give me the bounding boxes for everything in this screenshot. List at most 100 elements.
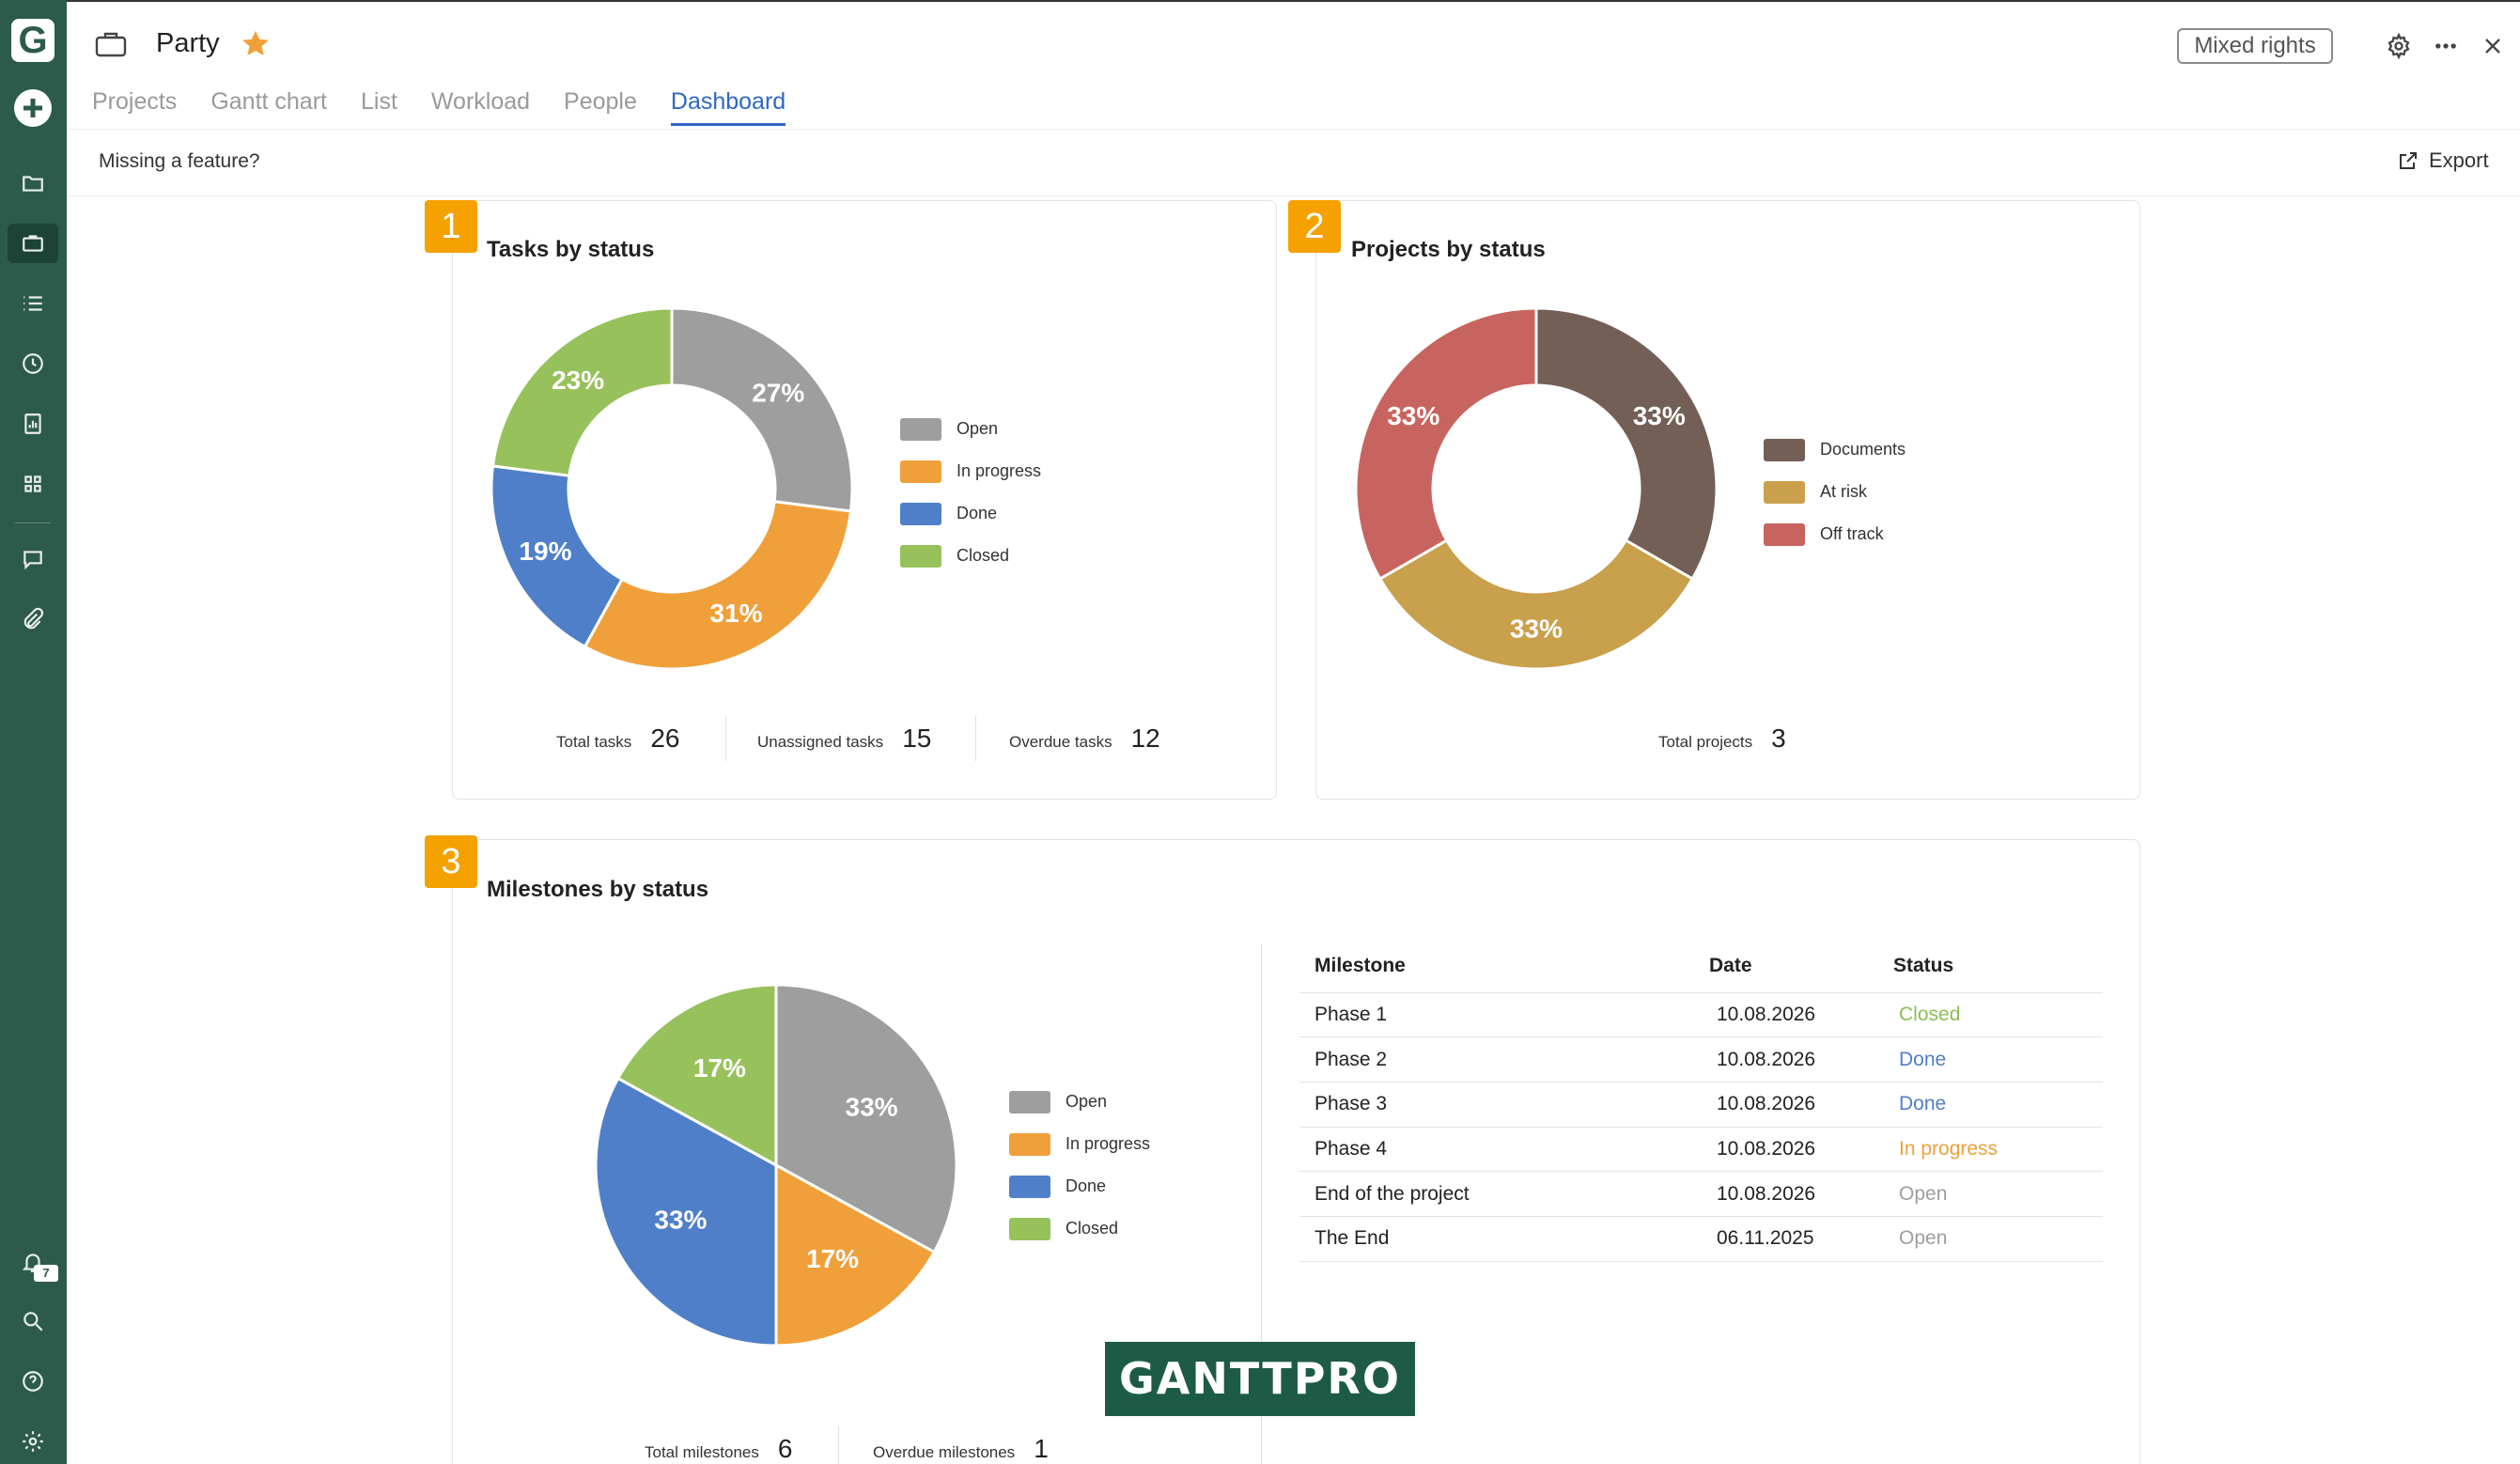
column-header-milestone[interactable]: Milestone — [1299, 940, 1694, 993]
tab-workload[interactable]: Workload — [431, 88, 530, 126]
table-header-row: Milestone Date Status — [1299, 940, 2103, 993]
tab-dashboard[interactable]: Dashboard — [670, 88, 786, 126]
left-sidebar: G 7 — [0, 0, 67, 1464]
app-logo[interactable]: G — [11, 19, 54, 62]
milestone-name: The End — [1299, 1216, 1694, 1262]
notification-badge: 7 — [34, 1265, 58, 1282]
milestones-pie-chart: 33% 17% 33% 17% — [594, 983, 958, 1347]
legend-label: Open — [1066, 1092, 1108, 1111]
folder-icon[interactable] — [13, 164, 53, 203]
legend-label: Documents — [1820, 440, 1906, 459]
table-row[interactable]: Phase 2 10.08.2026 Done — [1299, 1036, 2103, 1082]
legend-item: At risk — [1764, 471, 1906, 513]
milestone-status: Done — [1878, 1036, 2103, 1082]
stat-divider — [975, 716, 976, 761]
list-icon[interactable] — [13, 284, 53, 323]
legend-swatch — [900, 544, 941, 568]
tab-people[interactable]: People — [564, 88, 637, 126]
legend-item: Done — [1009, 1165, 1150, 1207]
tasks-legend: Open In progress Done Closed — [900, 408, 1041, 577]
legend-swatch — [1009, 1217, 1050, 1240]
star-icon[interactable] — [240, 28, 272, 60]
stat-label: Overdue milestones — [873, 1443, 1016, 1461]
tab-gantt-chart[interactable]: Gantt chart — [210, 88, 327, 126]
card-title: Projects by status — [1351, 237, 1546, 262]
slice-value-label: 33% — [846, 1092, 898, 1121]
table-row[interactable]: The End 06.11.2025 Open — [1299, 1216, 2103, 1262]
legend-item: Closed — [1009, 1207, 1150, 1250]
settings-icon[interactable] — [2383, 30, 2415, 62]
export-icon — [2400, 152, 2417, 169]
legend-item: In progress — [900, 450, 1041, 492]
slice-value-label: 33% — [1633, 401, 1686, 430]
total-tasks-stat: Total tasks 26 — [556, 724, 679, 754]
legend-label: In progress — [1066, 1134, 1151, 1153]
legend-item: In progress — [1009, 1123, 1150, 1165]
slice-value-label: 33% — [654, 1205, 707, 1234]
legend-label: In progress — [957, 461, 1042, 480]
legend-swatch — [900, 417, 941, 441]
stat-divider — [725, 716, 726, 761]
report-icon[interactable] — [13, 404, 53, 444]
tab-projects[interactable]: Projects — [92, 88, 177, 126]
pie-slice-documents[interactable] — [1534, 306, 1719, 582]
stat-divider — [838, 1426, 839, 1464]
milestone-status: Open — [1878, 1171, 2103, 1217]
milestone-name: Phase 2 — [1299, 1036, 1694, 1082]
milestone-date: 10.08.2026 — [1694, 1127, 1878, 1173]
legend-swatch — [1009, 1132, 1050, 1156]
tab-list[interactable]: List — [361, 88, 397, 126]
milestone-date: 10.08.2026 — [1694, 1171, 1878, 1217]
slice-value-label: 23% — [552, 366, 604, 395]
close-icon[interactable] — [2477, 30, 2509, 62]
pie-slice-at-risk[interactable] — [1377, 537, 1695, 671]
column-header-date[interactable]: Date — [1694, 940, 1878, 993]
grid-icon[interactable] — [13, 464, 53, 504]
chat-icon[interactable] — [13, 539, 53, 579]
total-projects-stat: Total projects 3 — [1658, 724, 1786, 754]
ganttpro-watermark: GANTTPRO — [1105, 1342, 1415, 1416]
legend-swatch — [1009, 1090, 1050, 1114]
add-icon[interactable] — [14, 89, 52, 127]
projects-donut-chart: 33% 33% 33% — [1354, 306, 1719, 671]
column-header-status[interactable]: Status — [1878, 940, 2103, 993]
clock-icon[interactable] — [13, 344, 53, 383]
card-title: Milestones by status — [487, 877, 709, 902]
slice-value-label: 27% — [752, 379, 804, 408]
stat-label: Total tasks — [556, 733, 632, 751]
briefcase-icon[interactable] — [8, 224, 58, 263]
table-row[interactable]: Phase 3 10.08.2026 Done — [1299, 1082, 2103, 1128]
stat-value: 1 — [1034, 1434, 1049, 1463]
missing-feature-link[interactable]: Missing a feature? — [99, 150, 260, 173]
tasks-donut-chart: 27% 31% 19% 23% — [490, 306, 854, 671]
gear-icon[interactable] — [13, 1422, 53, 1461]
stat-value: 12 — [1130, 724, 1160, 753]
milestone-date: 10.08.2026 — [1694, 1082, 1878, 1128]
export-button[interactable]: Export — [2397, 148, 2489, 173]
legend-swatch — [1764, 438, 1805, 461]
legend-swatch — [1764, 480, 1805, 504]
stat-label: Total projects — [1658, 733, 1753, 751]
table-row[interactable]: Phase 1 10.08.2026 Closed — [1299, 992, 2103, 1038]
legend-label: Closed — [1066, 1219, 1119, 1238]
pie-slice-in-progress[interactable] — [583, 500, 853, 671]
slice-value-label: 31% — [710, 599, 763, 628]
stat-value: 15 — [902, 724, 932, 753]
milestone-name: Phase 4 — [1299, 1127, 1694, 1173]
pie-slice-open[interactable] — [670, 306, 854, 513]
table-row[interactable]: End of the project 10.08.2026 Open — [1299, 1171, 2103, 1217]
widget-number-badge: 3 — [425, 835, 477, 888]
total-milestones-stat: Total milestones 6 — [645, 1434, 792, 1464]
legend-swatch — [1009, 1175, 1050, 1198]
project-title: Party — [156, 28, 220, 58]
legend-item: Off track — [1764, 513, 1906, 555]
search-icon[interactable] — [13, 1301, 53, 1341]
legend-swatch — [1764, 522, 1805, 546]
help-icon[interactable] — [13, 1362, 53, 1401]
pie-slice-off-track[interactable] — [1354, 306, 1538, 582]
table-row[interactable]: Phase 4 10.08.2026 In progress — [1299, 1127, 2103, 1173]
attachment-icon[interactable] — [13, 600, 53, 639]
milestone-date: 06.11.2025 — [1694, 1216, 1878, 1262]
more-icon[interactable] — [2430, 30, 2462, 62]
rights-button[interactable]: Mixed rights — [2177, 28, 2333, 64]
